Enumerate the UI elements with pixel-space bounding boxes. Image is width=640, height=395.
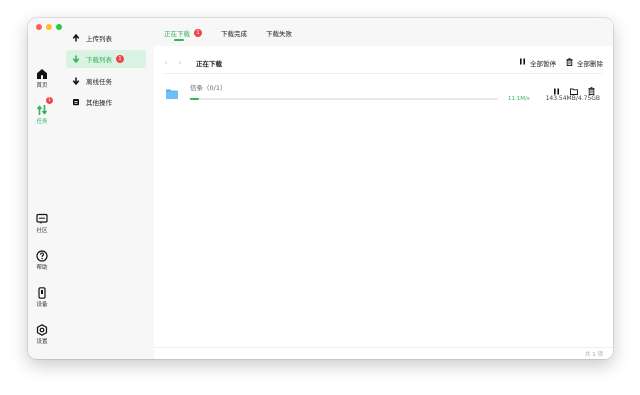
subnav-item-offline-tasks[interactable]: 离线任务 (66, 72, 146, 90)
device-icon (36, 284, 48, 299)
forward-arrow-icon[interactable]: › (178, 58, 192, 68)
trash-icon (566, 57, 573, 68)
home-icon (36, 65, 48, 79)
other-ops-icon (72, 98, 80, 106)
download-subnav: 上传列表 下载列表 1 离线任务 其他操作 (60, 18, 154, 359)
window-controls (36, 24, 62, 30)
zoom-window-button[interactable] (56, 24, 62, 30)
progress-fill (190, 98, 200, 100)
rail-label: 设置 (36, 339, 48, 345)
rail-item-help[interactable]: 帮助 (28, 247, 56, 271)
subnav-label: 上传列表 (86, 35, 112, 43)
rail-label: 首页 (36, 83, 48, 89)
tab-completed[interactable]: 下载完成 (221, 28, 247, 38)
help-icon (36, 247, 48, 262)
subnav-label: 下载列表 (86, 56, 112, 64)
active-tab-indicator (174, 39, 184, 41)
app-window: 首页 1 任务 社区 帮助 设备 设置 上传列表 下载列表 1 离线任务 其他操… (28, 18, 613, 359)
subnav-label: 其他操作 (86, 99, 112, 107)
rail-item-device[interactable]: 设备 (28, 284, 56, 308)
subnav-item-upload-list[interactable]: 上传列表 (66, 29, 146, 47)
task-badge: 1 (46, 97, 53, 104)
rail-label: 设备 (36, 302, 48, 308)
settings-icon (36, 321, 48, 336)
pause-all-button[interactable]: 全部暂停 (519, 58, 556, 68)
download-count-badge: 1 (116, 55, 124, 63)
rail-item-settings[interactable]: 设置 (28, 321, 56, 345)
task-name: 信条（0/1） (190, 84, 227, 92)
download-arrow-icon (72, 55, 80, 63)
download-task-row[interactable]: 信条（0/1） 11.1M/s 143.54MB/4.75GB (164, 76, 603, 108)
rail-label: 帮助 (36, 265, 48, 271)
minimize-window-button[interactable] (46, 24, 52, 30)
rail-item-home[interactable]: 首页 (28, 65, 56, 89)
tab-badge: 1 (194, 29, 202, 37)
delete-all-button[interactable]: 全部删除 (566, 57, 603, 68)
tab-failed[interactable]: 下载失败 (266, 28, 292, 38)
close-window-button[interactable] (36, 24, 42, 30)
tab-label: 下载完成 (221, 30, 247, 38)
delete-all-label: 全部删除 (577, 59, 603, 68)
subnav-item-other-ops[interactable]: 其他操作 (66, 93, 146, 111)
download-size: 143.54MB/4.75GB (545, 95, 600, 102)
transfer-icon: 1 (36, 97, 53, 115)
subnav-label: 离线任务 (86, 78, 112, 86)
rail-label: 任务 (36, 119, 48, 125)
upload-arrow-icon (72, 34, 80, 42)
download-progress-bar (190, 98, 498, 100)
pause-icon (519, 58, 526, 67)
section-title: 正在下载 (196, 59, 222, 68)
section-header: ‹ › 正在下载 全部暂停 全部删除 (164, 52, 603, 74)
community-icon (36, 210, 48, 224)
tab-downloading[interactable]: 正在下载 1 (164, 28, 202, 38)
folder-icon (166, 84, 178, 99)
subnav-item-download-list[interactable]: 下载列表 1 (66, 50, 146, 68)
tab-label: 下载失败 (266, 30, 292, 38)
tab-label: 正在下载 (164, 30, 190, 38)
download-speed: 11.1M/s (508, 96, 530, 102)
main-panel: 正在下载 1 下载完成 下载失败 ‹ › 正在下载 全部暂停 全部删除 信条（0… (154, 18, 613, 359)
tab-bar: 正在下载 1 下载完成 下载失败 (154, 18, 613, 46)
pause-all-label: 全部暂停 (530, 59, 556, 68)
offline-download-icon (72, 77, 80, 85)
icon-rail: 首页 1 任务 社区 帮助 设备 设置 (28, 18, 56, 359)
rail-item-community[interactable]: 社区 (28, 210, 56, 234)
rail-label: 社区 (36, 228, 48, 234)
rail-item-tasks[interactable]: 1 任务 (28, 97, 56, 125)
status-footer: 共 1 项 (154, 347, 613, 359)
item-count: 共 1 项 (585, 352, 603, 358)
back-arrow-icon[interactable]: ‹ (164, 58, 178, 68)
